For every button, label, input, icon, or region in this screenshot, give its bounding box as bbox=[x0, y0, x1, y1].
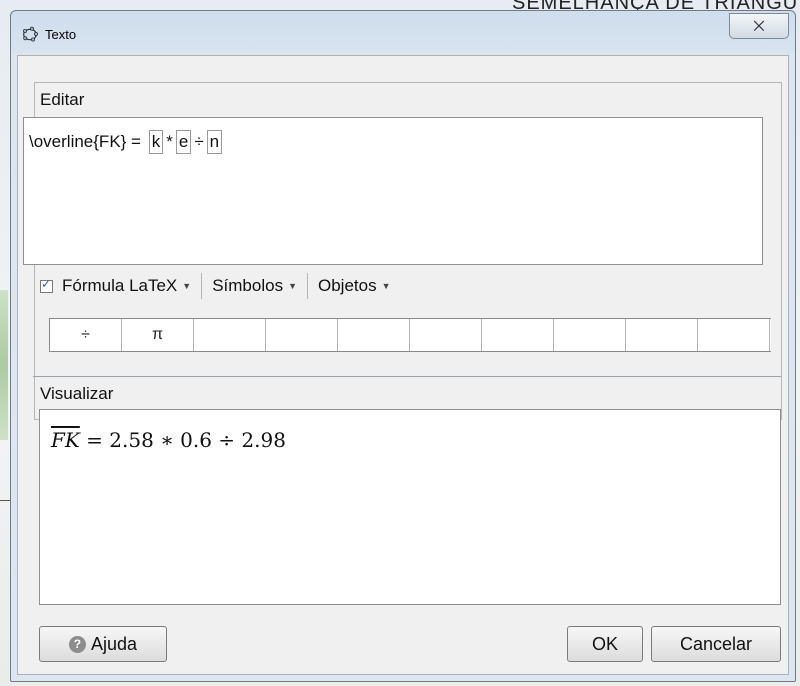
symbols-label: Símbolos bbox=[212, 276, 284, 295]
formula-lhs: FK bbox=[51, 428, 80, 452]
chevron-down-icon: ▼ bbox=[182, 281, 192, 291]
formula-rhs: = 2.58 ∗ 0.6 ÷ 2.98 bbox=[79, 428, 286, 452]
symbol-cell[interactable] bbox=[554, 319, 626, 351]
latex-editor[interactable]: \overline{FK} = k * e ÷ n bbox=[23, 117, 763, 265]
ok-label: OK bbox=[591, 633, 618, 654]
help-label: Ajuda bbox=[90, 633, 138, 654]
editor-toolbar: Fórmula LaTeX ▼ Símbolos ▼ Objetos ▼ bbox=[40, 270, 391, 302]
preview-label: Visualizar bbox=[40, 384, 114, 403]
variable-slot-k[interactable]: k bbox=[148, 130, 164, 154]
editor-operator-divide: ÷ bbox=[194, 132, 204, 151]
symbol-palette: ÷ π bbox=[49, 318, 771, 352]
edit-label: Editar bbox=[40, 90, 85, 109]
dialog-title: Texto bbox=[45, 27, 77, 42]
latex-checkbox[interactable] bbox=[40, 277, 53, 293]
symbol-cell[interactable] bbox=[410, 319, 482, 351]
background-graphic bbox=[0, 290, 8, 440]
close-icon: ⨉ bbox=[753, 17, 765, 34]
symbol-cell[interactable]: π bbox=[122, 319, 194, 351]
latex-label: Fórmula LaTeX bbox=[62, 276, 178, 295]
symbol-cell[interactable] bbox=[626, 319, 698, 351]
close-button[interactable]: ⨉ bbox=[729, 13, 789, 39]
dialog-titlebar[interactable]: Texto ⨉ bbox=[11, 11, 795, 55]
symbol-cell[interactable] bbox=[338, 319, 410, 351]
chevron-down-icon: ▼ bbox=[381, 281, 391, 291]
symbol-cell[interactable] bbox=[266, 319, 338, 351]
toolbar-separator bbox=[307, 273, 308, 299]
variable-slot-e[interactable]: e bbox=[175, 130, 192, 154]
rendered-formula: FK = 2.58 ∗ 0.6 ÷ 2.98 bbox=[51, 428, 286, 452]
background-line bbox=[0, 500, 10, 501]
toolbar-separator bbox=[201, 273, 203, 299]
latex-formula-toggle[interactable]: Fórmula LaTeX ▼ bbox=[40, 276, 191, 296]
help-button[interactable]: ? Ajuda bbox=[39, 626, 167, 662]
help-icon: ? bbox=[68, 635, 86, 653]
editor-content: \overline{FK} = k * e ÷ n bbox=[29, 130, 225, 154]
symbol-cell[interactable] bbox=[194, 319, 266, 351]
section-divider bbox=[33, 376, 781, 377]
objects-label: Objetos bbox=[318, 276, 377, 295]
variable-slot-n[interactable]: n bbox=[206, 130, 223, 154]
ok-button[interactable]: OK bbox=[567, 626, 643, 662]
editor-operator-multiply: * bbox=[166, 132, 173, 151]
cancel-label: Cancelar bbox=[679, 633, 753, 654]
cancel-button[interactable]: Cancelar bbox=[651, 626, 781, 662]
symbol-cell[interactable] bbox=[482, 319, 554, 351]
objects-menu[interactable]: Objetos ▼ bbox=[318, 276, 391, 296]
symbol-cell[interactable]: ÷ bbox=[50, 319, 122, 351]
editor-prefix: \overline{FK} = bbox=[29, 132, 146, 151]
chevron-down-icon: ▼ bbox=[288, 281, 297, 291]
symbols-menu[interactable]: Símbolos ▼ bbox=[212, 276, 297, 296]
symbol-cell[interactable] bbox=[698, 319, 770, 351]
preview-pane: FK = 2.58 ∗ 0.6 ÷ 2.98 bbox=[39, 409, 781, 605]
geogebra-icon bbox=[22, 26, 38, 42]
